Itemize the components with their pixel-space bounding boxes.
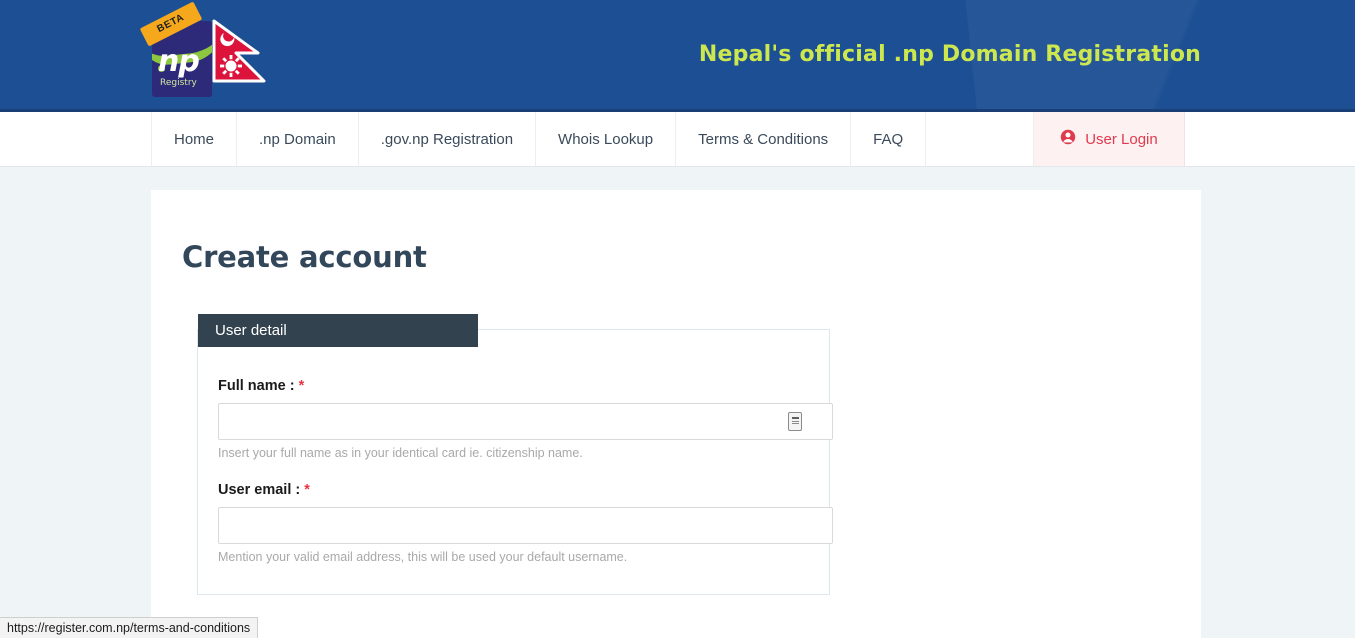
full-name-label: Full name : * <box>218 378 811 394</box>
nav-item-np-domain[interactable]: .np Domain <box>237 112 359 166</box>
user-detail-panel: User detail Full name : * Insert your fu… <box>197 314 833 595</box>
user-login-button[interactable]: User Login <box>1034 112 1185 166</box>
site-header: np Registry BETA Nepal's official .np Do… <box>0 0 1355 112</box>
panel-tab-user-detail: User detail <box>198 314 478 347</box>
nav-item-home[interactable]: Home <box>151 112 238 166</box>
full-name-input-row <box>218 403 833 440</box>
full-name-input[interactable] <box>218 403 833 440</box>
nav-item-gov-np-registration[interactable]: .gov.np Registration <box>359 112 537 166</box>
user-email-label-text: User email : <box>218 482 301 498</box>
full-name-required-marker: * <box>298 378 305 394</box>
user-email-required-marker: * <box>304 482 310 498</box>
user-email-hint: Mention your valid email address, this w… <box>218 550 628 564</box>
autofill-contact-card-icon[interactable] <box>788 412 802 431</box>
user-email-input[interactable] <box>218 507 833 544</box>
full-name-hint: Insert your full name as in your identic… <box>218 446 583 460</box>
user-email-input-row <box>218 507 833 544</box>
logo-wordmark: np <box>158 44 200 79</box>
main-navigation: Home .np Domain .gov.np Registration Who… <box>0 112 1355 167</box>
nav-item-faq[interactable]: FAQ <box>851 112 927 166</box>
logo-subtext: Registry <box>160 78 197 88</box>
user-circle-icon <box>1060 129 1076 149</box>
browser-viewport: np Registry BETA Nepal's official .np Do… <box>0 0 1355 638</box>
page-background: Create account User detail Full name : *… <box>0 167 1355 638</box>
site-logo[interactable]: np Registry BETA <box>139 1 282 103</box>
user-login-label: User Login <box>1085 130 1158 148</box>
browser-status-bar-url: https://register.com.np/terms-and-condit… <box>0 617 259 638</box>
nav-item-terms-and-conditions[interactable]: Terms & Conditions <box>676 112 852 166</box>
user-email-label: User email : * <box>218 482 811 498</box>
header-tagline: Nepal's official .np Domain Registration <box>698 42 1201 67</box>
page-title: Create account <box>182 240 427 274</box>
nepal-flag-icon <box>212 19 278 99</box>
full-name-label-text: Full name : <box>218 378 295 394</box>
field-user-email: User email : * Mention your valid email … <box>200 482 833 564</box>
content-card: Create account User detail Full name : *… <box>151 190 1201 638</box>
nav-spacer <box>926 112 1035 166</box>
field-full-name: Full name : * Insert your full name as i… <box>200 378 833 460</box>
nav-item-whois-lookup[interactable]: Whois Lookup <box>536 112 677 166</box>
